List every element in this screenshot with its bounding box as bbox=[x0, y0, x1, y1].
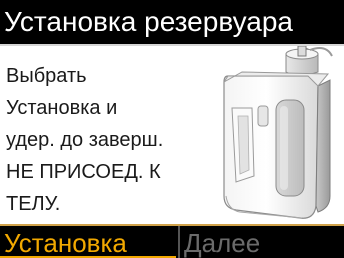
pump-reservoir-device-icon bbox=[223, 46, 333, 219]
page-title: Установка резервуара bbox=[4, 6, 293, 37]
title-bar: Установка резервуара bbox=[0, 0, 344, 44]
instruction-line: НЕ ПРИСОЕД. К bbox=[6, 161, 161, 183]
install-softkey-button[interactable]: Установка bbox=[0, 226, 176, 258]
instruction-text: Выбрать Установка и удер. до заверш. НЕ … bbox=[6, 60, 216, 220]
softkey-bar: Установка Далее bbox=[0, 224, 344, 258]
next-softkey-button[interactable]: Далее bbox=[180, 226, 344, 258]
pump-screen: Установка резервуара Выбрать Установка и… bbox=[0, 0, 344, 258]
instruction-line: Выбрать bbox=[6, 65, 87, 87]
content-area: Выбрать Установка и удер. до заверш. НЕ … bbox=[0, 46, 344, 224]
instruction-line: ТЕЛУ. bbox=[6, 193, 61, 215]
instruction-line: Установка и bbox=[6, 97, 118, 119]
instruction-line: удер. до заверш. bbox=[6, 129, 164, 151]
